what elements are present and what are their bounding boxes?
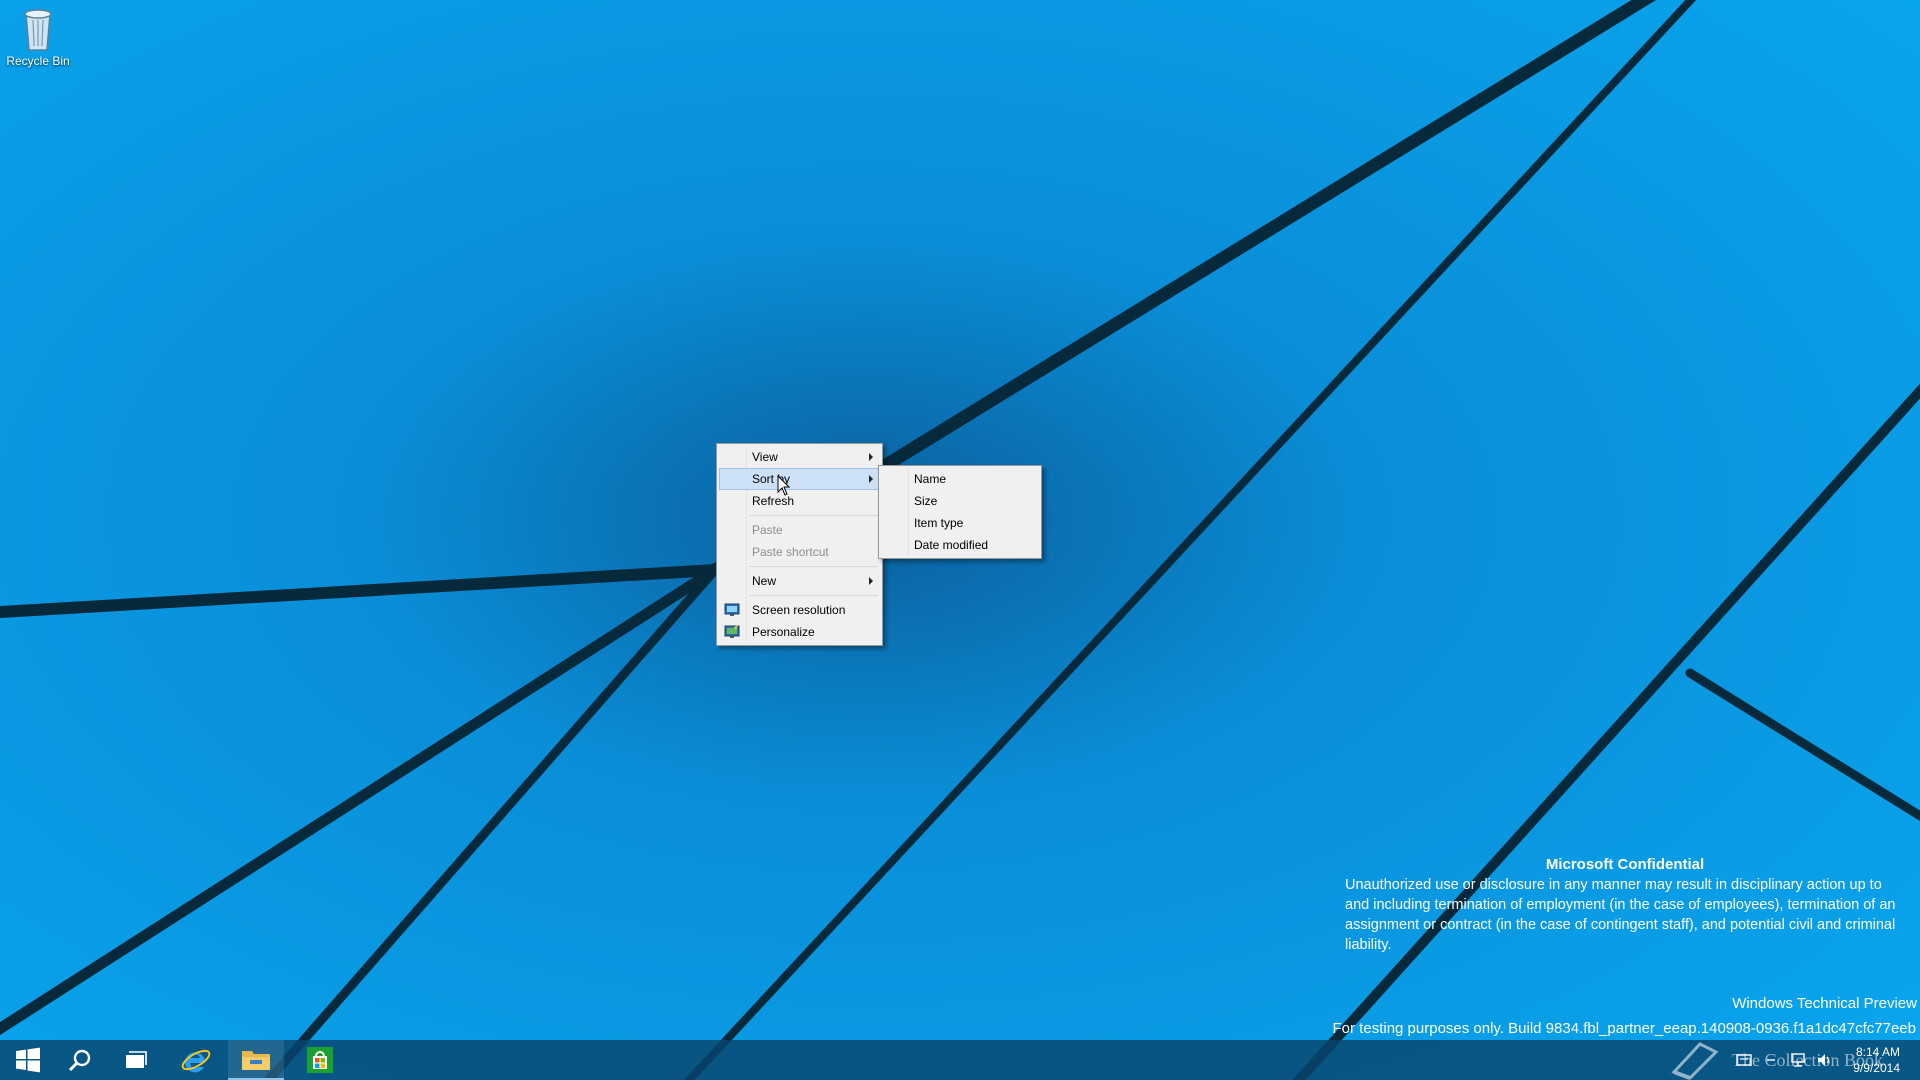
search-button[interactable] <box>52 1040 108 1080</box>
internet-explorer-icon <box>181 1049 211 1073</box>
file-explorer-icon <box>242 1051 270 1070</box>
search-icon <box>68 1049 91 1072</box>
recycle-bin-shortcut[interactable]: Recycle Bin <box>4 4 72 68</box>
submenu-item-size[interactable]: Size <box>881 490 1039 512</box>
screen-resolution-icon <box>724 603 740 616</box>
edition-label: Windows Technical Preview <box>1732 995 1917 1012</box>
menu-item-label: Name <box>914 472 947 486</box>
collection-book-text: The Collection Book <box>1732 1049 1883 1070</box>
menu-item-view[interactable]: View <box>719 446 880 468</box>
sort-by-submenu: Name Size Item type Date modified <box>878 465 1042 559</box>
submenu-item-name[interactable]: Name <box>881 468 1039 490</box>
taskbar: 8:14 AM 9/9/2014 <box>0 1040 1920 1080</box>
menu-item-refresh[interactable]: Refresh <box>719 490 880 512</box>
menu-separator <box>749 566 878 567</box>
collection-book-watermark: The Collection Book <box>1670 1040 1883 1080</box>
menu-item-label: Paste shortcut <box>752 545 829 559</box>
menu-item-personalize[interactable]: Personalize <box>719 621 880 643</box>
menu-separator <box>749 515 878 516</box>
store-button[interactable] <box>292 1040 348 1080</box>
desktop-context-menu: View Sort by Refresh Paste Paste shortcu… <box>716 443 883 646</box>
recycle-bin-label: Recycle Bin <box>6 54 70 68</box>
menu-item-label: New <box>752 574 777 588</box>
menu-item-paste-shortcut[interactable]: Paste shortcut <box>719 541 880 563</box>
menu-item-new[interactable]: New <box>719 570 880 592</box>
personalize-icon <box>724 625 740 638</box>
task-view-button[interactable] <box>108 1040 164 1080</box>
menu-item-screen-resolution[interactable]: Screen resolution <box>719 599 880 621</box>
menu-item-label: Personalize <box>752 625 815 639</box>
menu-item-sort-by[interactable]: Sort by <box>719 468 880 490</box>
menu-item-paste[interactable]: Paste <box>719 519 880 541</box>
store-icon <box>307 1047 333 1073</box>
menu-separator <box>749 595 878 596</box>
file-explorer-button[interactable] <box>228 1040 284 1080</box>
menu-item-label: View <box>752 450 778 464</box>
submenu-arrow-icon <box>869 453 873 461</box>
menu-item-label: Item type <box>914 516 964 530</box>
submenu-arrow-icon <box>869 577 873 585</box>
book-icon <box>1671 1042 1719 1080</box>
start-icon <box>16 1047 40 1073</box>
confidential-title: Microsoft Confidential <box>1545 856 1705 873</box>
start-button[interactable] <box>0 1040 56 1080</box>
recycle-bin-icon <box>24 9 52 51</box>
menu-item-label: Size <box>914 494 938 508</box>
mouse-cursor-icon <box>777 475 791 496</box>
menu-item-label: Date modified <box>914 538 989 552</box>
internet-explorer-button[interactable] <box>168 1040 224 1080</box>
submenu-item-date-modified[interactable]: Date modified <box>881 534 1039 556</box>
menu-item-label: Screen resolution <box>752 603 846 617</box>
build-info: For testing purposes only. Build 9834.fb… <box>1332 1020 1916 1037</box>
confidential-body: Unauthorized use or disclosure in any ma… <box>1345 877 1896 953</box>
submenu-arrow-icon <box>869 475 873 483</box>
submenu-item-item-type[interactable]: Item type <box>881 512 1039 534</box>
menu-item-label: Paste <box>752 523 783 537</box>
confidential-notice: Microsoft Confidential Unauthorized use … <box>1345 855 1905 955</box>
task-view-icon <box>126 1051 147 1068</box>
